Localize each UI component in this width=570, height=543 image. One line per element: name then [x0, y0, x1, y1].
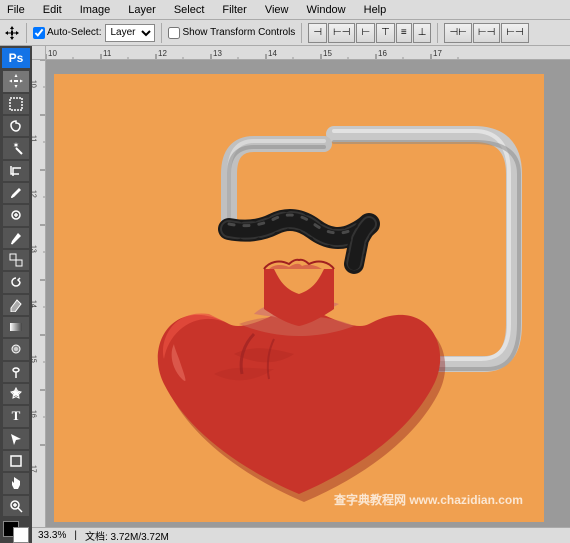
pen-tool-btn[interactable]: [3, 384, 29, 404]
magic-wand-tool-btn[interactable]: [3, 138, 29, 158]
menu-help[interactable]: Help: [361, 3, 390, 17]
photoshop-canvas[interactable]: 查字典教程网 www.chazidian.com: [46, 60, 570, 527]
heart-organ: [158, 300, 445, 502]
svg-text:17: 17: [32, 465, 37, 473]
path-selection-tool-btn[interactable]: [3, 429, 29, 449]
status-separator: |: [74, 530, 77, 541]
show-transform-checkbox-group: Show Transform Controls: [168, 27, 295, 39]
auto-select-dropdown[interactable]: Layer Group: [105, 24, 155, 42]
lasso-tool-btn[interactable]: [3, 116, 29, 136]
align-middle-v-btn[interactable]: ≡: [396, 23, 412, 43]
show-transform-checkbox[interactable]: [168, 27, 180, 39]
menu-filter[interactable]: Filter: [219, 3, 249, 17]
toolbar-sep-1: [26, 23, 27, 43]
history-brush-tool-btn[interactable]: [3, 272, 29, 292]
watermark-text: 查字典教程网 www.chazidian.com: [333, 492, 523, 507]
svg-text:10: 10: [48, 49, 57, 58]
menu-image[interactable]: Image: [77, 3, 114, 17]
auto-select-label: Auto-Select:: [47, 27, 101, 38]
move-tool-icon: [4, 25, 20, 41]
main-area: Ps: [0, 46, 570, 543]
distribute-left-btn[interactable]: ⊣⊢: [444, 23, 471, 43]
canvas-with-rulers: 10 11 12 13 14 15 16 17: [32, 46, 570, 543]
menu-bar: File Edit Image Layer Select Filter View…: [0, 0, 570, 20]
healing-brush-tool-btn[interactable]: [3, 205, 29, 225]
auto-select-checkbox-group: Auto-Select:: [33, 27, 101, 39]
crop-tool-btn[interactable]: [3, 161, 29, 181]
align-right-btn[interactable]: ⊢: [356, 23, 375, 43]
eyedropper-tool-btn[interactable]: [3, 183, 29, 203]
align-bottom-btn[interactable]: ⊥: [413, 23, 432, 43]
svg-text:10: 10: [32, 80, 37, 88]
toolbar-sep-4: [437, 23, 438, 43]
svg-text:12: 12: [32, 190, 37, 198]
toolbar-sep-3: [301, 23, 302, 43]
heart-composite-svg: 查字典教程网 www.chazidian.com: [54, 74, 544, 522]
menu-edit[interactable]: Edit: [40, 3, 65, 17]
svg-text:15: 15: [323, 49, 332, 58]
background-color[interactable]: [13, 527, 29, 543]
ruler-vertical: 10 11 12 13 14 15 16 17: [32, 60, 46, 527]
hose-connection: [354, 224, 369, 264]
align-top-btn[interactable]: ⊤: [376, 23, 395, 43]
ruler-horizontal: 10 11 12 13 14 15 16 17: [32, 46, 570, 60]
svg-text:15: 15: [32, 355, 37, 363]
clone-stamp-tool-btn[interactable]: [3, 250, 29, 270]
menu-window[interactable]: Window: [304, 3, 349, 17]
menu-file[interactable]: File: [4, 3, 28, 17]
show-transform-label: Show Transform Controls: [182, 27, 295, 38]
gradient-tool-btn[interactable]: [3, 317, 29, 337]
svg-text:16: 16: [32, 410, 37, 418]
type-tool-btn[interactable]: T: [3, 406, 29, 426]
type-tool-icon: T: [12, 408, 21, 424]
svg-text:11: 11: [103, 49, 112, 58]
svg-text:17: 17: [433, 49, 442, 58]
canvas-inner: 10 11 12 13 14 15 16 17: [32, 60, 570, 527]
svg-text:14: 14: [32, 300, 37, 308]
eraser-tool-btn[interactable]: [3, 295, 29, 315]
align-left-btn[interactable]: ⊣: [308, 23, 327, 43]
svg-text:11: 11: [32, 135, 37, 142]
hand-tool-btn[interactable]: [3, 473, 29, 493]
zoom-tool-btn[interactable]: [3, 496, 29, 516]
svg-text:13: 13: [213, 49, 222, 58]
options-toolbar: Auto-Select: Layer Group Show Transform …: [0, 20, 570, 46]
canvas-document: 查字典教程网 www.chazidian.com: [54, 74, 544, 522]
marquee-tool-btn[interactable]: [3, 94, 29, 114]
doc-info: 文档: 3.72M/3.72M: [85, 528, 169, 543]
dodge-tool-btn[interactable]: [3, 362, 29, 382]
menu-layer[interactable]: Layer: [125, 3, 159, 17]
auto-select-checkbox[interactable]: [33, 27, 45, 39]
distribute-right-btn[interactable]: ⊢⊣: [501, 23, 528, 43]
tools-panel: Ps: [0, 46, 32, 543]
menu-select[interactable]: Select: [171, 3, 208, 17]
svg-text:13: 13: [32, 245, 37, 253]
ruler-h-inner: 10 11 12 13 14 15 16 17: [46, 46, 570, 59]
svg-text:14: 14: [268, 49, 277, 58]
align-center-h-btn[interactable]: ⊢⊣: [328, 23, 355, 43]
toolbar-sep-2: [161, 23, 162, 43]
move-tool-btn[interactable]: [3, 71, 29, 91]
shape-tool-btn[interactable]: [3, 451, 29, 471]
ps-logo: Ps: [2, 48, 30, 68]
status-bar: 33.3% | 文档: 3.72M/3.72M: [32, 527, 570, 543]
corrugated-hose: [229, 215, 369, 238]
svg-text:16: 16: [378, 49, 387, 58]
brush-tool-btn[interactable]: [3, 228, 29, 248]
ruler-corner: [32, 46, 46, 60]
zoom-level: 33.3%: [38, 530, 66, 541]
svg-text:12: 12: [158, 49, 167, 58]
menu-view[interactable]: View: [262, 3, 292, 17]
distribute-center-btn[interactable]: ⊢⊣: [473, 23, 500, 43]
color-swatch[interactable]: [3, 521, 29, 543]
blur-tool-btn[interactable]: [3, 339, 29, 359]
